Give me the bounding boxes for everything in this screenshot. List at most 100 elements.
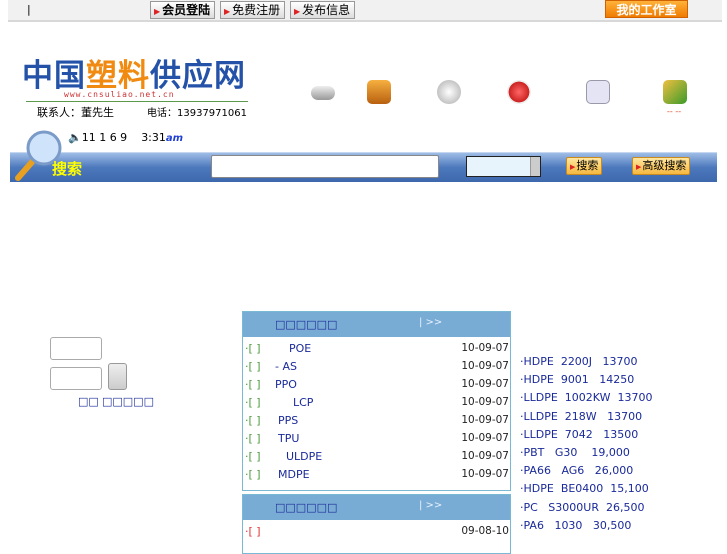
calendar-icon[interactable] — [586, 80, 610, 104]
list-item[interactable]: ·[ ] POE 10-09-07 — [243, 339, 510, 357]
more-link[interactable]: | >> — [419, 317, 442, 328]
nav-mark: -- -- — [667, 107, 682, 116]
price-item[interactable]: ·LLDPE 1002KW 13700 — [520, 391, 652, 404]
price-item[interactable]: ·PBT G30 19,000 — [520, 446, 630, 459]
advanced-search-button[interactable]: ▶高级搜索 — [632, 157, 691, 175]
divider — [26, 101, 248, 102]
bullet: ·[ ] — [245, 468, 261, 481]
bullet: ·[ ] — [245, 342, 261, 355]
password-input[interactable] — [50, 367, 102, 390]
search-input[interactable] — [211, 155, 439, 178]
contact-phone: 电话：13937971061 — [147, 108, 247, 119]
briefcase-icon[interactable] — [367, 80, 391, 104]
bullet: ·[ ] — [245, 396, 261, 409]
item-date: 10-09-07 — [461, 396, 509, 408]
item-date: 09-08-10 — [461, 525, 509, 537]
news-panel-2: □□□□□□ | >> ·[ ] 09-08-10 — [242, 494, 511, 554]
bullet: ·[ ] — [245, 450, 261, 463]
news-roll-icon[interactable] — [437, 80, 461, 104]
item-date: 10-09-07 — [461, 342, 509, 354]
search-category-select[interactable] — [466, 156, 541, 177]
item-title[interactable]: PPS — [278, 414, 298, 427]
price-item[interactable]: ·HDPE 9001 14250 — [520, 373, 634, 386]
item-date: 10-09-07 — [461, 432, 509, 444]
price-item[interactable]: ·HDPE 2200J 13700 — [520, 355, 638, 368]
list-item[interactable]: ·[ ] PPS 10-09-07 — [243, 411, 510, 429]
forgot-password-link[interactable]: □□□□□ — [102, 395, 154, 408]
logo-text: 塑料 — [86, 58, 150, 94]
arrow-icon: ▶ — [154, 7, 161, 16]
item-title[interactable]: POE — [289, 342, 311, 355]
logo-text: 中国 — [22, 58, 86, 94]
bullet: ·[ ] — [245, 360, 261, 373]
panel-header: □□□□□□ | >> — [243, 312, 510, 337]
chevron-down-icon[interactable] — [530, 157, 540, 176]
more-link[interactable]: | >> — [419, 500, 442, 511]
item-date: 10-09-07 — [461, 360, 509, 372]
clock: 🔈11 1 6 9 3:31am — [68, 131, 183, 144]
panel-header: □□□□□□ | >> — [243, 495, 510, 520]
list-item[interactable]: ·[ ] ULDPE 10-09-07 — [243, 447, 510, 465]
register-button[interactable]: ▶ 免费注册 — [220, 1, 286, 19]
contact-person: 联系人：董先生 — [37, 106, 114, 119]
chart-icon[interactable] — [663, 80, 687, 104]
label: 高级搜索 — [642, 159, 687, 172]
item-title[interactable]: TPU — [278, 432, 299, 445]
bullet: ·[ ] — [245, 525, 261, 538]
username-input[interactable] — [50, 337, 102, 360]
item-date: 10-09-07 — [461, 468, 509, 480]
list-item[interactable]: ·[ ] MDPE 10-09-07 — [243, 465, 510, 483]
price-item[interactable]: ·PA66 AG6 26,000 — [520, 464, 633, 477]
news-list: ·[ ] POE 10-09-07 ·[ ] - AS 10-09-07 ·[ ] PPO 10… — [243, 337, 510, 483]
price-item[interactable]: ·HDPE BE0400 15,100 — [520, 482, 649, 495]
price-item[interactable]: ·LLDPE 218W 13700 — [520, 410, 642, 423]
item-date: 10-09-07 — [461, 378, 509, 390]
site-logo[interactable]: 中国塑料供应网 — [22, 50, 246, 95]
label: 会员登陆 — [162, 3, 211, 17]
logo-url: www.cnsuliao.net.cn — [64, 90, 175, 99]
list-item[interactable]: ·[ ] 09-08-10 — [243, 522, 510, 540]
item-date: 10-09-07 — [461, 414, 509, 426]
label: 免费注册 — [232, 3, 281, 17]
speaker-icon[interactable]: 🔈 — [68, 131, 82, 144]
date: 11 1 6 9 — [81, 131, 128, 144]
list-item[interactable]: ·[ ] - AS 10-09-07 — [243, 357, 510, 375]
panel-title: □□□□□□ — [275, 501, 338, 514]
arrow-icon: ▶ — [570, 163, 576, 171]
divider: | — [27, 3, 31, 16]
bullet: ·[ ] — [245, 414, 261, 427]
list-item[interactable]: ·[ ] PPO 10-09-07 — [243, 375, 510, 393]
price-item[interactable]: ·PA6 1030 30,500 — [520, 519, 631, 532]
label: 发布信息 — [302, 3, 351, 17]
register-link[interactable]: □□ — [78, 395, 99, 408]
my-studio-button[interactable]: 我的工作室 — [605, 0, 688, 18]
search-label: 搜索 — [52, 160, 83, 178]
item-title[interactable]: - AS — [275, 360, 297, 373]
car-icon[interactable] — [507, 80, 531, 104]
arrow-icon: ▶ — [224, 7, 231, 16]
item-title[interactable]: MDPE — [278, 468, 310, 481]
panel-title: □□□□□□ — [275, 318, 338, 331]
logo-text: 供应网 — [150, 58, 246, 94]
label: 搜索 — [576, 159, 599, 172]
publish-button[interactable]: ▶ 发布信息 — [290, 1, 356, 19]
list-item[interactable]: ·[ ] TPU 10-09-07 — [243, 429, 510, 447]
arrow-icon: ▶ — [294, 7, 301, 16]
item-title[interactable]: PPO — [275, 378, 297, 391]
price-item[interactable]: ·PC S3000UR 26,500 — [520, 501, 644, 514]
ampm: am — [165, 133, 184, 144]
list-item[interactable]: ·[ ] LCP 10-09-07 — [243, 393, 510, 411]
member-login-button[interactable]: ▶ 会员登陆 — [150, 1, 216, 19]
bullet: ·[ ] — [245, 378, 261, 391]
item-title[interactable]: LCP — [293, 396, 313, 409]
arrow-icon: ▶ — [636, 163, 642, 171]
price-item[interactable]: ·LLDPE 7042 13500 — [520, 428, 638, 441]
bullet: ·[ ] — [245, 432, 261, 445]
login-button[interactable] — [108, 363, 127, 390]
search-button[interactable]: ▶搜索 — [566, 157, 603, 175]
item-date: 10-09-07 — [461, 450, 509, 462]
time: 3:31 — [141, 131, 166, 144]
news-panel: □□□□□□ | >> ·[ ] POE 10-09-07 ·[ ] - AS 10-09-… — [242, 311, 511, 491]
newspaper-icon[interactable] — [311, 86, 335, 100]
item-title[interactable]: ULDPE — [286, 450, 322, 463]
